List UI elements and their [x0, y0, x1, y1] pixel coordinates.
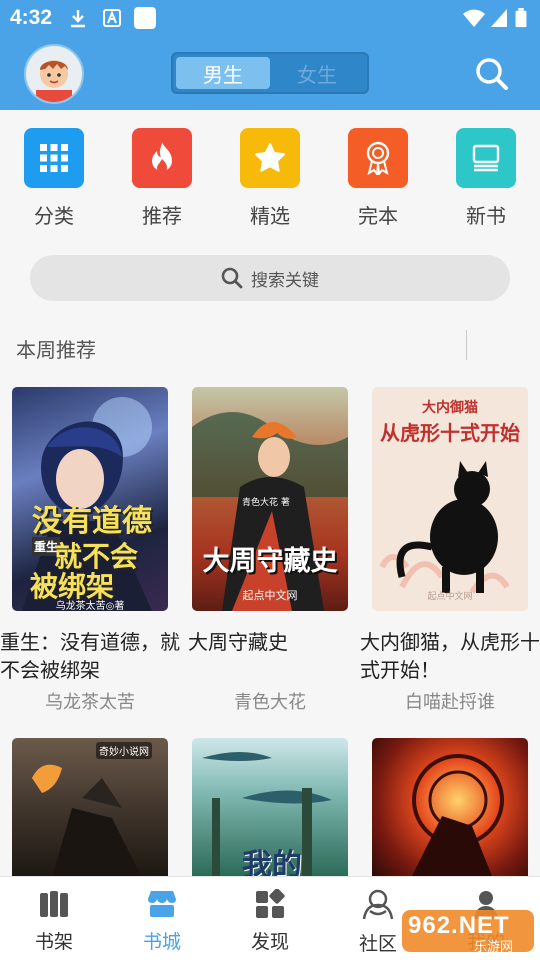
section-divider	[466, 330, 467, 360]
category-label: 新书	[466, 204, 506, 228]
store-icon	[148, 891, 176, 917]
search-icon[interactable]	[474, 56, 510, 92]
book-author: 青色大花	[234, 692, 306, 713]
search-icon	[221, 267, 243, 289]
gender-switch: 男生 女生	[171, 52, 369, 94]
cover-title: 没有道德	[32, 504, 152, 539]
notification-a-icon	[103, 9, 121, 27]
nav-label: 书架	[34, 931, 73, 953]
category-label: 完本	[358, 204, 398, 228]
grid-icon	[24, 128, 84, 188]
book-cover[interactable]: 我的	[192, 738, 348, 876]
category-new[interactable]: 新书	[446, 128, 526, 229]
nav-bookshelf[interactable]: 书架	[14, 889, 94, 954]
book-title[interactable]: 大周守藏史	[188, 628, 358, 656]
medal-icon	[348, 128, 408, 188]
bookshelf-icon	[40, 891, 68, 917]
nav-bookstore[interactable]: 书城	[122, 889, 202, 954]
category-completed[interactable]: 完本	[338, 128, 418, 229]
category-label: 推荐	[142, 204, 182, 228]
tab-male[interactable]: 男生	[176, 57, 270, 89]
nav-discover[interactable]: 发现	[230, 888, 310, 954]
app-notification-icon	[134, 7, 156, 29]
book-author: 白喵赴捋谁	[405, 692, 495, 713]
status-bar: 4:32	[0, 0, 540, 36]
book-cover[interactable]: 奇妙小说网	[12, 738, 168, 876]
cover-title: 我的	[242, 848, 302, 876]
cover-author: 青色大花 著	[242, 498, 290, 508]
book-cover[interactable]: 大内御猫 从虎形十式开始 起点中文网	[372, 387, 528, 611]
search-bar[interactable]: 搜索关键	[30, 255, 510, 301]
cover-title: 大周守藏史	[202, 546, 338, 577]
wifi-icon	[463, 9, 485, 27]
site-watermark: 962.NET 乐游网	[398, 906, 538, 956]
book-cover[interactable]	[372, 738, 528, 876]
cover-publisher: 起点中文网	[242, 589, 298, 602]
nav-label: 发现	[250, 931, 289, 953]
battery-icon	[515, 8, 527, 28]
book-icon	[456, 128, 516, 188]
book-title[interactable]: 重生：没有道德，就不会被绑架	[0, 628, 188, 684]
category-label: 精选	[250, 204, 290, 228]
book-author: 乌龙茶太苦	[45, 692, 135, 713]
book-title[interactable]: 大内御猫，从虎形十式开始！	[360, 628, 540, 684]
tab-female[interactable]: 女生	[270, 57, 364, 89]
app-header: 4:32 男生 女生	[0, 0, 540, 110]
cover-author: 乌龙茶太苦◎著	[55, 601, 125, 611]
watermark-subtext: 乐游网	[474, 940, 514, 955]
cover-title: 从虎形十式开始	[380, 421, 520, 445]
category-recommend[interactable]: 推荐	[122, 128, 202, 229]
section-title: 本周推荐	[16, 338, 96, 362]
cover-title: 大内御猫	[422, 400, 478, 416]
search-placeholder: 搜索关键	[251, 270, 319, 291]
cover-publisher: 起点中文网	[427, 592, 473, 602]
user-avatar[interactable]	[24, 44, 84, 104]
category-label: 分类	[34, 204, 74, 228]
download-icon	[71, 10, 85, 28]
book-cover[interactable]: 青色大花 著 大周守藏史 起点中文网	[192, 387, 348, 611]
fire-icon	[132, 128, 192, 188]
community-icon	[362, 889, 394, 920]
cover-badge: 奇妙小说网	[96, 742, 152, 759]
book-cover[interactable]: 没有道德 重生 就不会 被绑架 乌龙茶太苦◎著	[12, 387, 168, 611]
category-classify[interactable]: 分类	[14, 128, 94, 229]
category-row: 分类 推荐 精选 完本 新书	[0, 110, 540, 240]
star-icon	[240, 128, 300, 188]
category-featured[interactable]: 精选	[230, 128, 310, 229]
discover-icon	[256, 888, 285, 918]
nav-label: 书城	[142, 931, 181, 953]
signal-icon	[491, 9, 507, 27]
status-time: 4:32	[10, 6, 53, 29]
